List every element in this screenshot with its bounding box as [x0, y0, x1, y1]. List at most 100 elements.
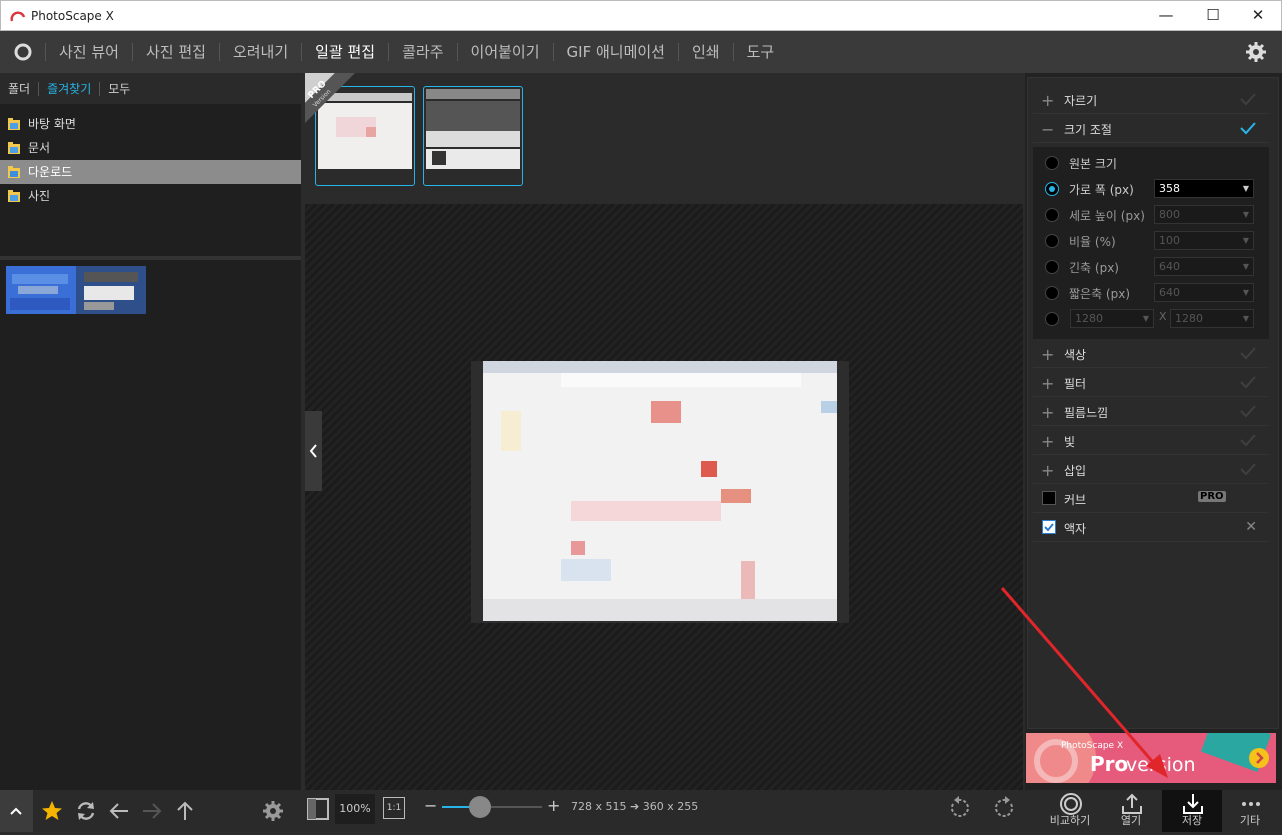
zoom-in-button[interactable]: + [547, 796, 560, 815]
resize-value-select[interactable]: 100 ▼ [1154, 231, 1254, 250]
custom-height-select[interactable]: 1280 ▼ [1170, 309, 1254, 328]
frame-checkbox[interactable] [1042, 520, 1056, 534]
resize-option-2[interactable]: 가로 폭 (px) 358 ▼ [1033, 176, 1269, 202]
resize-option-custom[interactable]: 1280 ▼ X 1280 ▼ [1033, 306, 1269, 332]
nav-tab-3[interactable]: 오려내기 [218, 43, 301, 61]
zoom-one-to-one-button[interactable]: 1:1 [383, 797, 405, 819]
folder-thumbnail-2[interactable] [76, 266, 146, 314]
radio-button[interactable] [1045, 208, 1059, 222]
folder-tab-1[interactable]: 폴더 [0, 82, 38, 96]
folder-tab-2[interactable]: 즐겨찾기 [38, 81, 99, 96]
remove-frame-icon[interactable]: ✕ [1245, 519, 1257, 535]
editor-canvas: PRO Version [305, 73, 1023, 790]
nav-tab-5[interactable]: 콜라주 [388, 43, 456, 61]
nav-tab-7[interactable]: GIF 애니메이션 [552, 43, 678, 61]
nav-tab-2[interactable]: 사진 편집 [131, 43, 219, 61]
chevron-up-icon [10, 807, 22, 815]
nav-tab-4[interactable]: 일괄 편집 [301, 43, 388, 61]
radio-button[interactable] [1045, 156, 1059, 170]
curves-checkbox[interactable] [1042, 491, 1056, 505]
panel-divider[interactable] [0, 256, 301, 260]
resize-option-label: 긴축 (px) [1069, 261, 1119, 275]
nav-tab-6[interactable]: 이어붙이기 [456, 43, 553, 61]
section-5[interactable]: + 삽입 [1033, 455, 1269, 484]
section-3[interactable]: + 필름느낌 [1033, 397, 1269, 426]
maximize-button[interactable]: ☐ [1190, 1, 1236, 31]
more-label: 기타 [1239, 814, 1261, 827]
folder-item-3[interactable]: 다운로드 [0, 160, 301, 184]
section-label: 삽입 [1064, 464, 1087, 478]
section-resize[interactable]: − 크기 조절 [1033, 114, 1269, 143]
close-button[interactable]: ✕ [1235, 1, 1281, 31]
section-crop[interactable]: + 자르기 [1033, 85, 1269, 114]
section-label: 필름느낌 [1064, 406, 1109, 420]
rotate-right-icon[interactable] [993, 796, 1017, 820]
section-4[interactable]: + 빛 [1033, 426, 1269, 455]
section-2[interactable]: + 필터 [1033, 368, 1269, 397]
zoom-slider-knob[interactable] [469, 796, 491, 818]
check-icon [1240, 376, 1256, 389]
bottom-toolbar: 100% 1:1 − + 728 x 515 ➔ 360 x 255 비교하기 … [301, 790, 1282, 832]
folder-tab-3[interactable]: 모두 [99, 81, 138, 96]
collapse-up-button[interactable] [0, 790, 33, 832]
radio-button[interactable] [1045, 312, 1059, 326]
custom-width-select[interactable]: 1280 ▼ [1070, 309, 1154, 328]
radio-button[interactable] [1045, 260, 1059, 274]
radio-button[interactable] [1045, 286, 1059, 300]
expand-toggle-icon: + [1041, 432, 1055, 451]
folder-thumbnail-1[interactable] [6, 266, 76, 314]
folder-settings-gear-icon[interactable] [261, 799, 285, 823]
resize-option-4[interactable]: 비율 (%) 100 ▼ [1033, 228, 1269, 254]
resize-option-3[interactable]: 세로 높이 (px) 800 ▼ [1033, 202, 1269, 228]
zoom-out-button[interactable]: − [424, 796, 437, 815]
dropdown-arrow-icon: ▼ [1242, 210, 1249, 219]
folder-item-2[interactable]: 문서 [0, 136, 301, 160]
section-frame[interactable]: 액자 ✕ [1033, 513, 1269, 542]
back-arrow-icon[interactable] [107, 799, 131, 823]
nav-tab-9[interactable]: 도구 [732, 43, 788, 61]
custom-width-value: 1280 [1075, 312, 1103, 325]
minimize-button[interactable]: — [1143, 1, 1189, 31]
refresh-icon[interactable] [74, 799, 98, 823]
rotate-left-icon[interactable] [947, 796, 971, 820]
more-button[interactable]: 기타 [1220, 790, 1280, 832]
open-button[interactable]: 열기 [1101, 790, 1161, 832]
resize-option-label: 비율 (%) [1069, 235, 1116, 249]
app-home-icon[interactable] [12, 41, 34, 63]
resize-value-select[interactable]: 640 ▼ [1154, 257, 1254, 276]
radio-button[interactable] [1045, 182, 1059, 196]
check-icon [1240, 463, 1256, 476]
top-nav: 사진 뷰어 사진 편집 오려내기 일괄 편집 콜라주 이어붙이기 GIF 애니메이션 인쇄 도구 [0, 31, 1282, 73]
section-label: 커브 [1064, 493, 1087, 507]
section-curves[interactable]: 커브 PRO [1033, 484, 1269, 513]
settings-gear-icon[interactable] [1245, 41, 1267, 63]
folder-item-1[interactable]: 바탕 화면 [0, 112, 301, 136]
panel-toggle-icon[interactable] [307, 798, 329, 820]
resize-option-1[interactable]: 원본 크기 [1033, 150, 1269, 176]
nav-tab-8[interactable]: 인쇄 [677, 43, 733, 61]
nav-tab-1[interactable]: 사진 뷰어 [45, 43, 132, 61]
resize-option-6[interactable]: 짧은축 (px) 640 ▼ [1033, 280, 1269, 306]
compare-button[interactable]: 비교하기 [1040, 790, 1100, 832]
resize-value-select[interactable]: 640 ▼ [1154, 283, 1254, 302]
radio-button[interactable] [1045, 234, 1059, 248]
resize-value-select[interactable]: 800 ▼ [1154, 205, 1254, 224]
zoom-percentage[interactable]: 100% [335, 794, 375, 824]
batch-image-2[interactable] [423, 86, 523, 186]
resize-value-select[interactable]: 358 ▼ [1154, 179, 1254, 198]
collapse-panel-handle[interactable] [305, 411, 322, 491]
save-button[interactable]: 저장 [1162, 790, 1222, 832]
up-arrow-icon[interactable] [173, 799, 197, 823]
resize-value: 640 [1159, 260, 1180, 273]
expand-toggle-icon: + [1041, 345, 1055, 364]
resize-value: 100 [1159, 234, 1180, 247]
folder-item-4[interactable]: 사진 [0, 184, 301, 208]
check-icon [1240, 434, 1256, 447]
section-1[interactable]: + 색상 [1033, 339, 1269, 368]
expand-toggle-icon: − [1041, 120, 1055, 139]
resize-option-5[interactable]: 긴축 (px) 640 ▼ [1033, 254, 1269, 280]
batch-filmstrip: PRO Version [305, 73, 1023, 204]
star-icon[interactable] [40, 799, 64, 823]
forward-arrow-icon[interactable] [140, 799, 164, 823]
section-label: 크기 조절 [1064, 123, 1112, 137]
